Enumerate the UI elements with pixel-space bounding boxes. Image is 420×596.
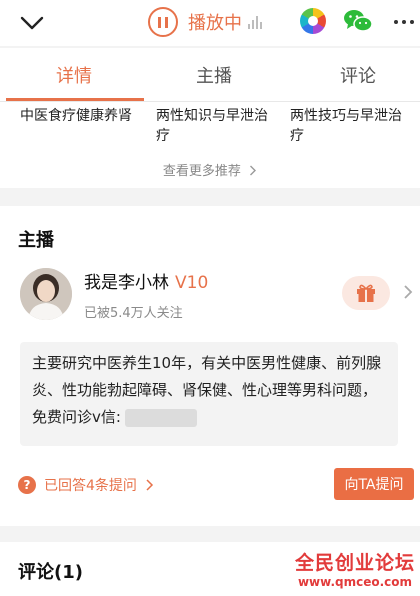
wechat-icon[interactable]: [343, 8, 373, 34]
gift-icon: [357, 284, 375, 302]
color-wheel-icon[interactable]: [300, 8, 326, 34]
tab-bar: 详情 主播 评论: [0, 48, 420, 102]
recommendation-list: 中医食疗健康养肾 两性知识与早泄治疗 两性技巧与早泄治疗 查看更多推荐: [0, 102, 420, 188]
avatar[interactable]: [20, 268, 72, 320]
see-more-label: 查看更多推荐: [162, 164, 241, 179]
answered-count: 已回答4条提问: [44, 478, 137, 494]
top-bar: 播放中: [0, 0, 420, 46]
host-level: V10: [175, 273, 209, 293]
chevron-down-icon[interactable]: [18, 10, 46, 36]
equalizer-icon: [248, 15, 264, 29]
chevron-right-icon: [146, 479, 153, 491]
host-name: 我是李小林: [84, 273, 169, 293]
watermark: 全民创业论坛 www.qmceo.com: [290, 548, 420, 589]
gift-button[interactable]: [342, 276, 390, 310]
recommendation-item[interactable]: 两性知识与早泄治疗: [156, 106, 274, 146]
watermark-title: 全民创业论坛: [294, 552, 415, 574]
host-intro-text: 主要研究中医养生10年，有关中医男性健康、前列腺炎、性功能勃起障碍、肾保健、性心…: [32, 354, 382, 426]
chevron-right-icon: [250, 165, 257, 176]
play-status: 播放中: [188, 13, 242, 34]
tab-details[interactable]: 详情: [56, 62, 92, 88]
comments-section-title[interactable]: 评论(1): [18, 558, 83, 584]
host-section-title: 主播: [18, 230, 54, 251]
recommendation-item[interactable]: 两性技巧与早泄治疗: [290, 106, 408, 146]
redacted-contact: [124, 408, 197, 427]
play-control[interactable]: 播放中: [148, 6, 264, 38]
more-icon[interactable]: [392, 10, 416, 34]
recommendation-item[interactable]: 中医食疗健康养肾: [20, 106, 138, 126]
active-tab-indicator: [6, 98, 144, 101]
answered-questions-link[interactable]: ? 已回答4条提问: [18, 474, 155, 496]
ask-question-button[interactable]: 向TA提问: [334, 468, 414, 500]
host-name-row[interactable]: 我是李小林 V10: [84, 268, 208, 293]
watermark-url: www.qmceo.com: [297, 575, 413, 589]
host-card: 主播 我是李小林 V10 已被5.4万人关注 主要研究中医养生10年，有关中医男性…: [0, 206, 420, 526]
see-more-link[interactable]: 查看更多推荐: [0, 160, 420, 179]
chevron-right-icon[interactable]: [402, 284, 414, 300]
follower-count: 已被5.4万人关注: [84, 306, 183, 321]
tab-host[interactable]: 主播: [196, 62, 232, 88]
pause-icon[interactable]: [148, 7, 178, 37]
question-icon: ?: [18, 476, 36, 494]
host-intro: 主要研究中医养生10年，有关中医男性健康、前列腺炎、性功能勃起障碍、肾保健、性心…: [20, 342, 398, 446]
tab-comments[interactable]: 评论: [340, 62, 376, 88]
